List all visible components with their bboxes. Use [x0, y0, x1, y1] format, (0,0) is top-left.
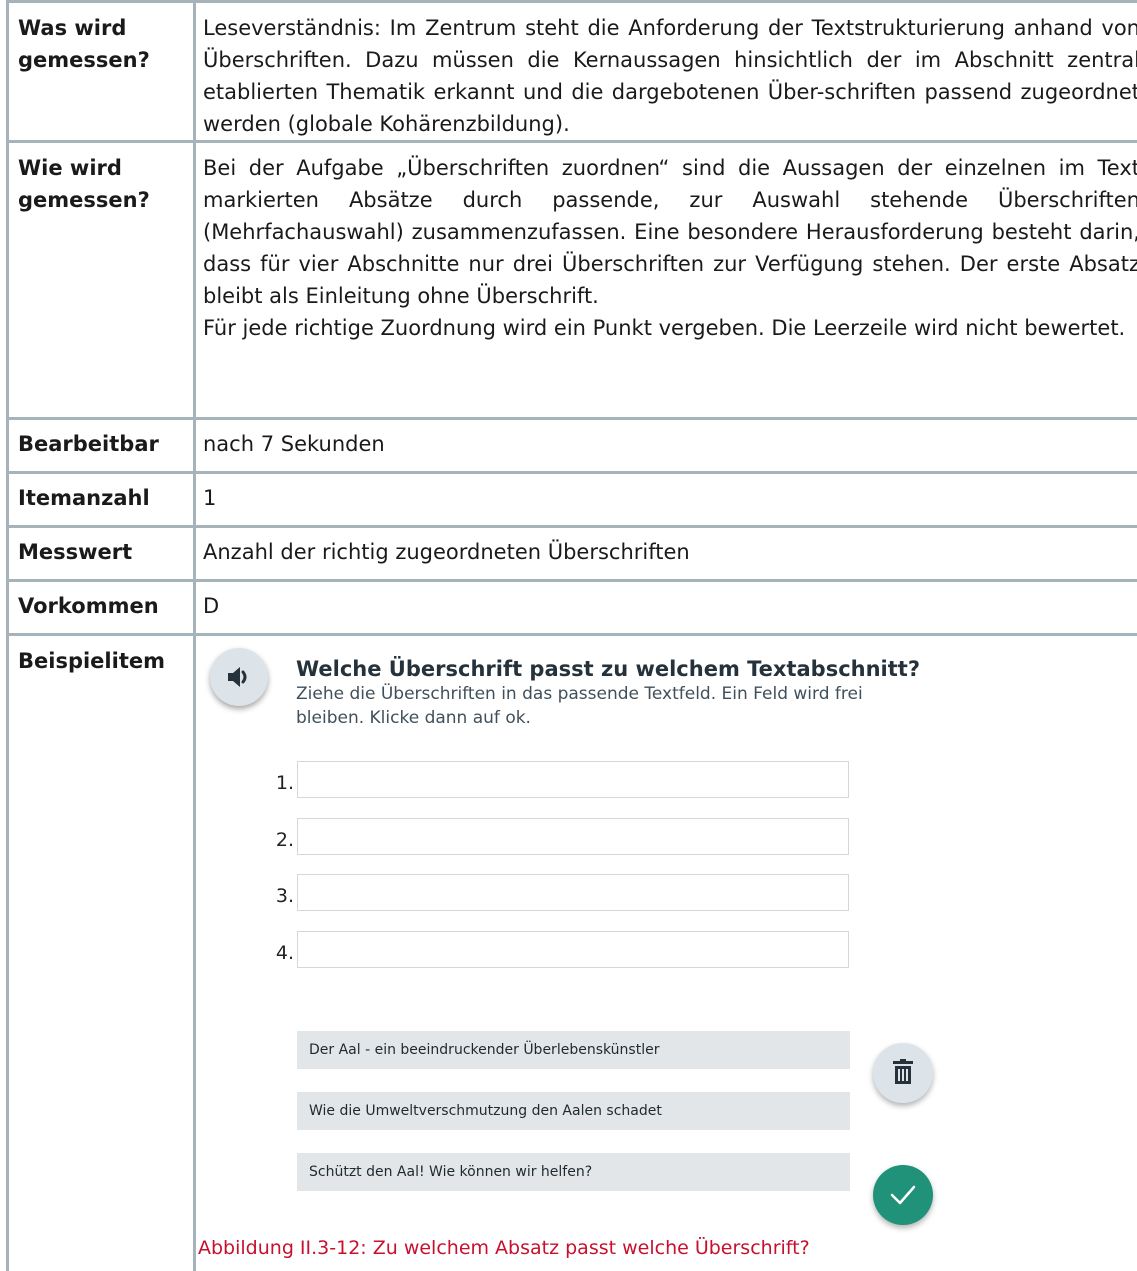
slot-number: 3. — [266, 880, 294, 912]
heading-chip[interactable]: Schützt den Aal! Wie können wir helfen? — [297, 1153, 850, 1191]
row-value: Anzahl der richtig zugeordneten Überschr… — [195, 527, 1137, 581]
spec-table: Was wird gemessen? Leseverständnis: Im Z… — [6, 0, 1137, 1271]
row-value-paragraph: Für jede richtige Zuordnung wird ein Pun… — [203, 312, 1137, 344]
row-label: Vorkommen — [8, 581, 195, 635]
heading-chip[interactable]: Der Aal - ein beeindruckender Überlebens… — [297, 1031, 850, 1069]
check-icon — [889, 1183, 917, 1207]
question-instruction: Ziehe die Überschriften in das passende … — [296, 682, 896, 730]
table-row: Messwert Anzahl der richtig zugeordneten… — [8, 527, 1137, 581]
example-item: Welche Überschrift passt zu welchem Text… — [196, 636, 1137, 1271]
drop-field-2[interactable] — [297, 818, 849, 855]
row-value: D — [195, 581, 1137, 635]
slot-number: 2. — [266, 824, 294, 856]
slot-number: 1. — [266, 767, 294, 799]
figure-caption: Abbildung II.3-12: Zu welchem Absatz pas… — [198, 1232, 810, 1264]
row-value-paragraph: Bei der Aufgabe „Überschriften zuordnen“… — [203, 152, 1137, 312]
speaker-icon — [225, 663, 253, 691]
audio-button[interactable] — [210, 648, 268, 706]
row-label: Wie wird gemessen? — [8, 142, 195, 419]
table-row: Wie wird gemessen? Bei der Aufgabe „Über… — [8, 142, 1137, 419]
delete-button[interactable] — [873, 1043, 933, 1103]
row-value: Bei der Aufgabe „Überschriften zuordnen“… — [195, 142, 1137, 419]
row-label: Was wird gemessen? — [8, 2, 195, 142]
row-label: Itemanzahl — [8, 473, 195, 527]
drop-field-4[interactable] — [297, 931, 849, 968]
row-value: 1 — [195, 473, 1137, 527]
heading-chip[interactable]: Wie die Umweltverschmutzung den Aalen sc… — [297, 1092, 850, 1130]
slot-number: 4. — [266, 937, 294, 969]
question-title: Welche Überschrift passt zu welchem Text… — [296, 653, 920, 685]
row-label: Beispielitem — [8, 635, 195, 1271]
row-value: nach 7 Sekunden — [195, 419, 1137, 473]
example-item-cell: Welche Überschrift passt zu welchem Text… — [195, 635, 1137, 1271]
row-label: Bearbeitbar — [8, 419, 195, 473]
table-row: Vorkommen D — [8, 581, 1137, 635]
ok-button[interactable] — [873, 1165, 933, 1225]
row-label: Messwert — [8, 527, 195, 581]
trash-icon — [893, 1059, 913, 1085]
table-row: Beispielitem Welche Überschrift passt zu… — [8, 635, 1137, 1271]
drop-field-3[interactable] — [297, 874, 849, 911]
row-value: Leseverständnis: Im Zentrum steht die An… — [195, 2, 1137, 142]
drop-field-1[interactable] — [297, 761, 849, 798]
table-row: Itemanzahl 1 — [8, 473, 1137, 527]
table-row: Bearbeitbar nach 7 Sekunden — [8, 419, 1137, 473]
table-row: Was wird gemessen? Leseverständnis: Im Z… — [8, 2, 1137, 142]
